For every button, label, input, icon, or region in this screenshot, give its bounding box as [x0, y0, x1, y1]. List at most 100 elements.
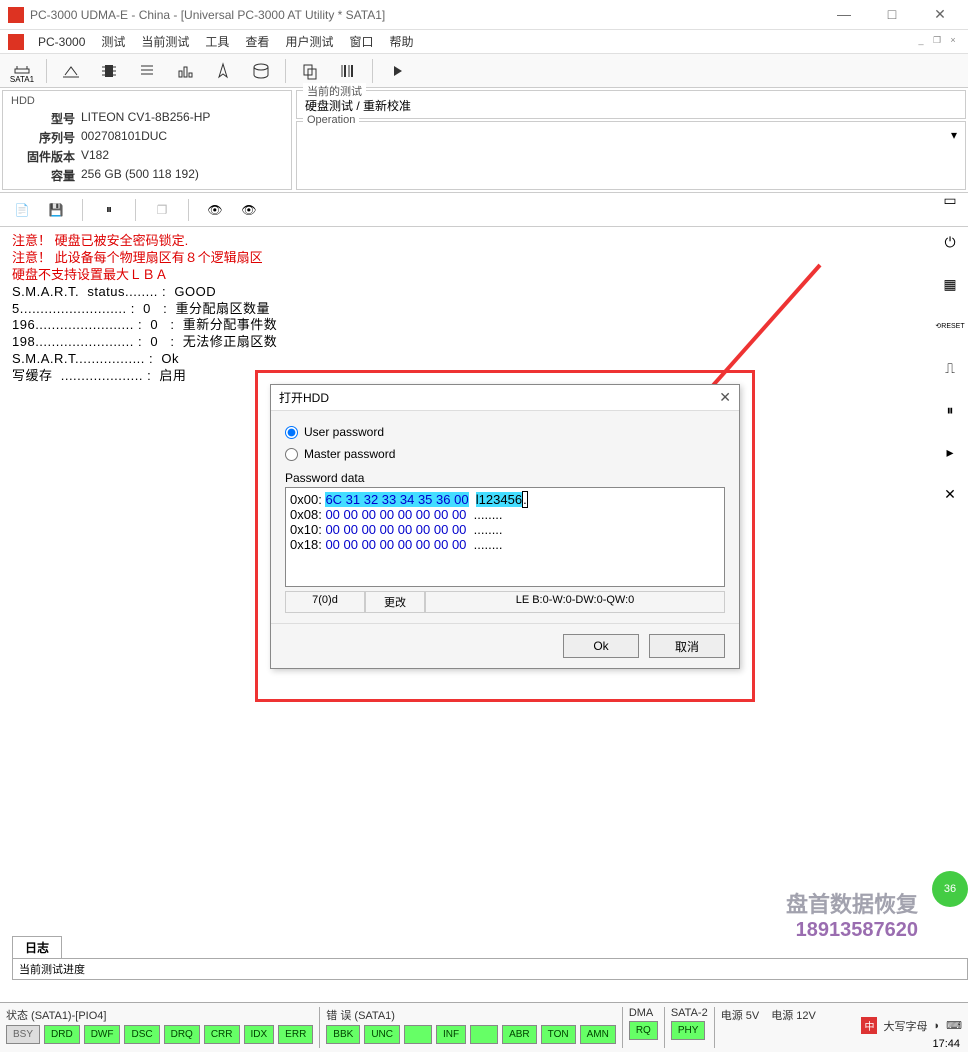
menu-current-test[interactable]: 当前测试 [133, 31, 197, 52]
pause-icon[interactable]: ⏸ [95, 197, 123, 223]
inner-close-button[interactable]: × [946, 35, 960, 49]
model-value: LITEON CV1-8B256-HP [81, 110, 210, 127]
status-errors: 错 误 (SATA1) BBK UNC INF ABR TON AMN [320, 1003, 622, 1052]
firmware-label: 固件版本 [11, 148, 81, 165]
menu-help[interactable]: 帮助 [381, 31, 421, 52]
serial-value: 002708101DUC [81, 129, 167, 146]
radio-master-password[interactable]: Master password [285, 443, 725, 465]
ind-phy: PHY [671, 1021, 706, 1040]
bottom-tabs: 日志 当前测试进度 [12, 936, 968, 980]
pause2-icon[interactable]: ⏸ [936, 396, 964, 424]
radio-master-input[interactable] [285, 448, 298, 461]
clock: 17:44 [932, 1038, 960, 1050]
ok-button[interactable]: Ok [563, 634, 639, 658]
ind-ton: TON [541, 1025, 576, 1044]
tray-keyboard-icon[interactable]: ⌨ [946, 1019, 962, 1032]
current-test-legend: 当前的测试 [303, 83, 366, 99]
hex-row-1: 0x08: 00 00 00 00 00 00 00 00 ........ [290, 507, 720, 522]
toolbar-play-icon[interactable] [379, 57, 415, 85]
warn-line-1: 注意！ 硬盘已被安全密码锁定. [12, 233, 956, 250]
radio-user-input[interactable] [285, 426, 298, 439]
hex-row-0: 0x00: 6C 31 32 33 34 35 36 00 l123456. [290, 492, 720, 507]
ind-err: ERR [278, 1025, 313, 1044]
toolbar-barcode-icon[interactable] [330, 57, 366, 85]
cancel-button[interactable]: 取消 [649, 634, 725, 658]
oscilloscope-icon[interactable]: ⎍ [936, 354, 964, 382]
menu-view[interactable]: 查看 [237, 31, 277, 52]
app-icon [8, 7, 24, 23]
power-icon[interactable]: ⏻ [936, 228, 964, 256]
hex-status-mid[interactable]: 更改 [365, 591, 425, 613]
binoculars-icon[interactable]: 👁 [201, 197, 229, 223]
toolbar-chip-icon[interactable] [91, 57, 127, 85]
warn-line-2: 注意！ 此设备每个物理扇区有８个逻辑扇区 [12, 250, 956, 267]
reset-icon[interactable]: ⟲RESET [936, 312, 964, 340]
chip-icon[interactable]: ▭ [936, 186, 964, 214]
warn-line-3: 硬盘不支持设置最大ＬＢＡ [12, 267, 956, 284]
status-sata2: SATA-2 PHY [665, 1003, 714, 1052]
copy2-icon[interactable]: ❐ [148, 197, 176, 223]
window-title: PC-3000 UDMA-E - China - [Universal PC-3… [30, 8, 824, 22]
toolbar-chart-icon[interactable] [167, 57, 203, 85]
green-badge[interactable]: 36 [932, 871, 968, 907]
log-area: 注意！ 硬盘已被安全密码锁定. 注意！ 此设备每个物理扇区有８个逻辑扇区 硬盘不… [0, 227, 968, 391]
ime-label[interactable]: 大写字母 [883, 1018, 927, 1034]
capacity-value: 256 GB (500 118 192) [81, 167, 199, 184]
hdd-panel: HDD 型号LITEON CV1-8B256-HP 序列号002708101DU… [2, 90, 292, 190]
toolbar-disk-icon[interactable] [243, 57, 279, 85]
watermark: 盘首数据恢复 18913587620 [786, 887, 918, 942]
menu-window[interactable]: 窗口 [341, 31, 381, 52]
new-file-icon[interactable]: 📄 [8, 197, 36, 223]
radio-user-label: User password [304, 425, 384, 439]
smart-attr-198: 198........................ : 0 : 无法修正扇区… [12, 334, 956, 351]
operation-dropdown[interactable]: ▾ [305, 124, 957, 142]
menu-tools[interactable]: 工具 [197, 31, 237, 52]
tray-moon-icon[interactable]: ◗ [933, 1020, 940, 1032]
watermark-text: 盘首数据恢复 [786, 887, 918, 919]
ind-bsy: BSY [6, 1025, 40, 1044]
sata1-button[interactable]: SATA1 [4, 57, 40, 85]
menu-bar: PC-3000 测试 当前测试 工具 查看 用户测试 窗口 帮助 _ ❐ × [0, 30, 968, 54]
menu-app[interactable]: PC-3000 [30, 33, 93, 51]
ind-blank1 [404, 1025, 432, 1044]
toolbar-list-icon[interactable] [129, 57, 165, 85]
hex-editor[interactable]: 0x00: 6C 31 32 33 34 35 36 00 l123456. 0… [285, 487, 725, 587]
inner-restore-button[interactable]: ❐ [930, 35, 944, 49]
password-data-label: Password data [285, 471, 725, 485]
minimize-button[interactable]: — [824, 6, 864, 23]
capacity-label: 容量 [11, 167, 81, 184]
status-5v: 电源 5V [715, 1003, 766, 1052]
menu-user-test[interactable]: 用户测试 [277, 31, 341, 52]
ime-icon[interactable]: 中 [861, 1017, 877, 1034]
ind-bbk: BBK [326, 1025, 360, 1044]
cpu-icon[interactable]: ▦ [936, 270, 964, 298]
close-button[interactable]: ✕ [920, 6, 960, 23]
operation-legend: Operation [303, 114, 359, 126]
smart-status: S.M.A.R.T. status........ : GOOD [12, 284, 956, 301]
ind-idx: IDX [244, 1025, 275, 1044]
right-toolbar: ▭ ⏻ ▦ ⟲RESET ⎍ ⏸ ▸ ✕ [932, 180, 968, 508]
ind-inf: INF [436, 1025, 466, 1044]
toolbar-copy-icon[interactable] [292, 57, 328, 85]
save-icon[interactable]: 💾 [42, 197, 70, 223]
smart-attr-196: 196........................ : 0 : 重新分配事件… [12, 317, 956, 334]
dialog-title-text: 打开HDD [279, 389, 329, 406]
dialog-close-button[interactable]: ✕ [719, 389, 731, 406]
toolbar-icon-1[interactable] [53, 57, 89, 85]
radio-user-password[interactable]: User password [285, 421, 725, 443]
status-12v: 电源 12V [765, 1003, 822, 1052]
current-test-content: 硬盘测试 / 重新校准 [305, 93, 957, 114]
inner-minimize-button[interactable]: _ [914, 35, 928, 49]
toolbar-compass-icon[interactable] [205, 57, 241, 85]
play-icon[interactable]: ▸ [936, 438, 964, 466]
hex-row-3: 0x18: 00 00 00 00 00 00 00 00 ........ [290, 537, 720, 552]
ind-rq: RQ [629, 1021, 658, 1040]
ind-drq: DRQ [164, 1025, 200, 1044]
find-next-icon[interactable]: 👁 [235, 197, 263, 223]
menu-test[interactable]: 测试 [93, 31, 133, 52]
dialog-title-bar: 打开HDD ✕ [271, 385, 739, 411]
current-test-fieldset: 当前的测试 硬盘测试 / 重新校准 [296, 90, 966, 119]
tools-icon[interactable]: ✕ [936, 480, 964, 508]
maximize-button[interactable]: □ [872, 6, 912, 23]
log-tab[interactable]: 日志 [12, 936, 62, 958]
